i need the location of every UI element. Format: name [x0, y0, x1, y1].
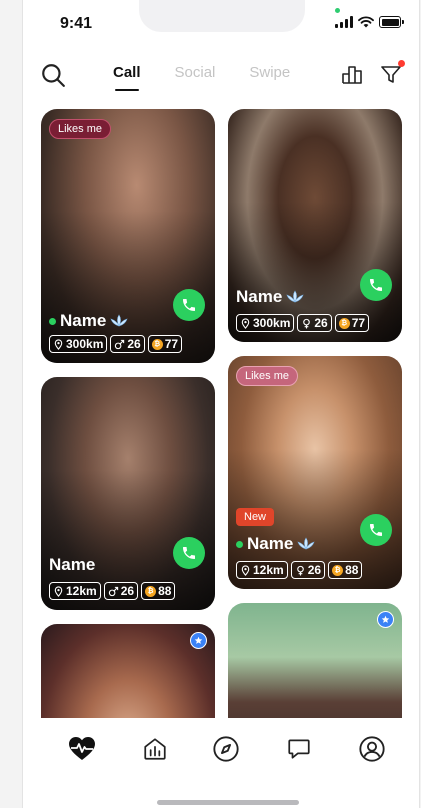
distance-chip: 12km — [49, 582, 101, 600]
distance-chip: 300km — [236, 314, 295, 332]
location-icon — [54, 338, 63, 350]
profile-card[interactable]: Likes me New Name 12km 26 ₿ 88 — [228, 356, 402, 589]
coin-icon: ₿ — [151, 338, 163, 350]
male-icon — [115, 339, 125, 349]
coin-icon: ₿ — [145, 585, 157, 597]
nav-feed[interactable] — [140, 734, 170, 764]
gender-age-chip: 26 — [110, 335, 145, 353]
profile-name: Name — [247, 534, 294, 553]
profile-card[interactable]: Name 300km 26 ₿ 77 — [228, 109, 402, 342]
new-badge: New — [236, 508, 275, 526]
phone-icon — [370, 279, 382, 291]
top-header: Call Social Swipe — [23, 56, 419, 96]
tab-social[interactable]: Social — [175, 64, 216, 91]
profile-card[interactable] — [228, 603, 402, 719]
phone-icon — [370, 524, 382, 536]
verified-lotus-icon — [297, 537, 315, 550]
online-indicator — [49, 317, 56, 325]
battery-icon — [379, 16, 404, 28]
likes-me-tag: Likes me — [236, 366, 299, 386]
female-icon — [303, 318, 311, 329]
gender-age-chip: 26 — [297, 314, 332, 332]
phone-screen: 9:41 Call Social Swipe Likes me Name 300… — [22, 0, 420, 808]
coin-icon: ₿ — [332, 564, 344, 576]
home-indicator — [157, 800, 299, 805]
coins-chip: ₿ 88 — [141, 582, 176, 600]
tab-swipe[interactable]: Swipe — [249, 64, 290, 91]
profile-icon — [359, 736, 385, 762]
star-badge — [190, 632, 207, 649]
distance-chip: 300km — [49, 335, 108, 353]
distance-chip: 12km — [236, 561, 288, 579]
star-badge — [377, 611, 394, 628]
profile-grid: Likes me Name 300km 26 ₿ 77 Name 300km 2… — [41, 109, 402, 719]
profile-card[interactable] — [41, 624, 215, 719]
call-button[interactable] — [360, 514, 392, 546]
verified-lotus-icon — [110, 314, 128, 327]
nav-heartbeat[interactable] — [67, 734, 97, 764]
verified-lotus-icon — [286, 290, 304, 303]
tab-bar: Call Social Swipe — [113, 64, 290, 91]
online-indicator — [236, 540, 243, 548]
call-button[interactable] — [173, 289, 205, 321]
nav-profile[interactable] — [357, 734, 387, 764]
feed-icon — [144, 738, 166, 760]
star-icon — [194, 636, 203, 644]
notification-dot — [398, 60, 405, 67]
nav-explore[interactable] — [211, 734, 241, 764]
call-button[interactable] — [360, 269, 392, 301]
gender-age-chip: 26 — [103, 582, 139, 600]
profile-name: Name — [60, 311, 107, 330]
profile-name: Name — [49, 555, 96, 574]
location-icon — [241, 564, 250, 576]
star-icon — [381, 615, 390, 623]
notch — [139, 0, 305, 32]
status-time: 9:41 — [60, 15, 93, 32]
system-icons — [335, 8, 404, 28]
wifi-icon — [358, 16, 374, 28]
location-icon — [241, 317, 250, 329]
profile-name: Name — [236, 287, 283, 306]
tab-call[interactable]: Call — [113, 64, 141, 91]
phone-icon — [183, 547, 195, 559]
gender-age-chip: 26 — [290, 561, 326, 579]
search-icon[interactable] — [40, 62, 66, 88]
chat-icon — [288, 739, 310, 759]
leaderboard-button[interactable] — [341, 62, 365, 86]
coin-icon: ₿ — [338, 317, 350, 329]
filter-button[interactable] — [379, 60, 405, 86]
coins-chip: ₿ 88 — [328, 561, 363, 579]
location-icon — [54, 585, 63, 597]
female-icon — [296, 565, 304, 576]
call-button[interactable] — [173, 537, 205, 569]
coins-chip: ₿ 77 — [334, 314, 370, 332]
nav-chat[interactable] — [284, 734, 314, 764]
male-icon — [108, 586, 118, 596]
explore-icon — [213, 736, 239, 762]
likes-me-tag: Likes me — [49, 119, 112, 139]
coins-chip: ₿ 77 — [147, 335, 183, 353]
signal-icon — [335, 8, 353, 28]
heartbeat-icon — [69, 737, 95, 760]
phone-icon — [183, 299, 195, 311]
profile-card[interactable]: Likes me Name 300km 26 ₿ 77 — [41, 109, 215, 363]
bottom-nav — [23, 718, 419, 808]
profile-card[interactable]: Name 12km 26 ₿ 88 — [41, 377, 215, 610]
leaderboard-icon — [342, 66, 362, 84]
